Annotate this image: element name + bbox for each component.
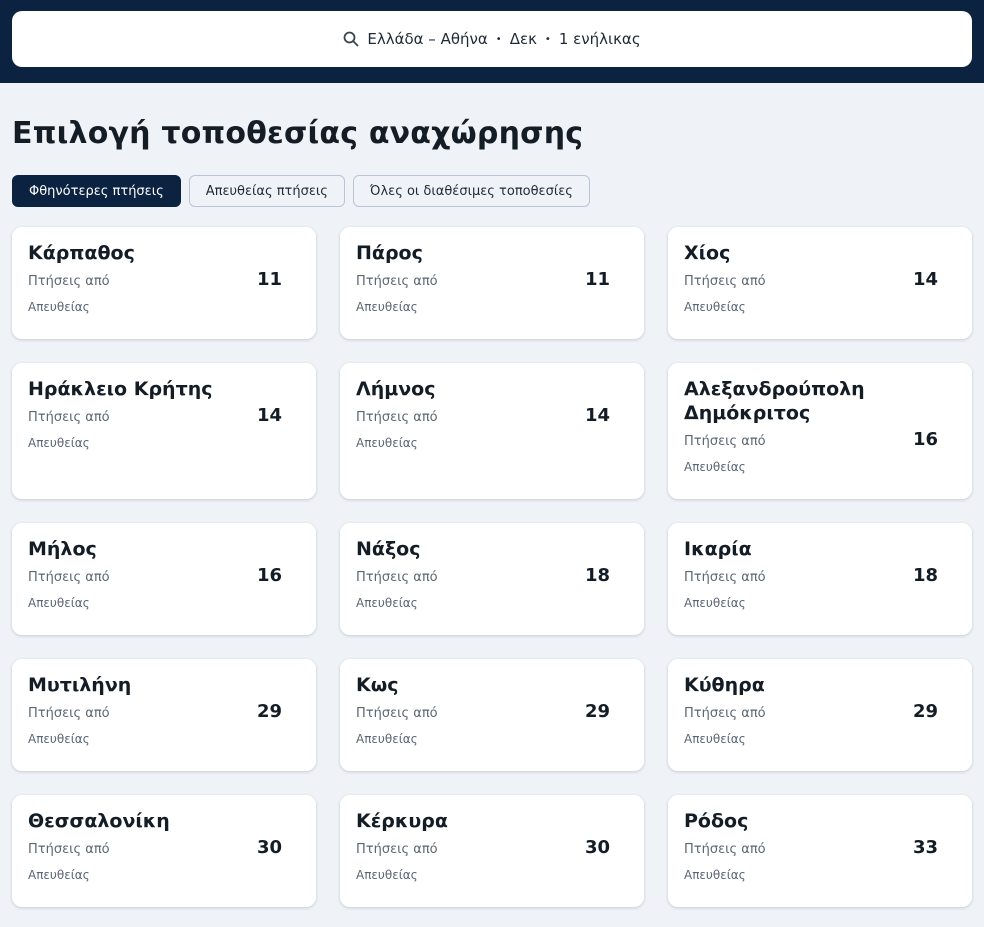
direct-label: Απευθείας (684, 868, 746, 882)
destination-name: Κάρπαθος (28, 242, 135, 264)
price: 16 (912, 429, 938, 450)
direct-label: Απευθείας (28, 868, 90, 882)
tab-cheapest-flights[interactable]: Φθηνότερες πτήσεις (12, 175, 181, 207)
flights-from-label: Πτήσεις από (684, 706, 766, 721)
direct-label: Απευθείας (356, 868, 418, 882)
destination-name: Ικαρία (684, 538, 752, 560)
destination-name: Λήμνος (356, 378, 436, 400)
direct-label: Απευθείας (684, 300, 746, 314)
direct-label: Απευθείας (356, 300, 418, 314)
separator-dot: • (544, 33, 551, 45)
flights-from-label: Πτήσεις από (684, 434, 766, 449)
destination-card[interactable]: Κέρκυρα Πτήσεις από Απευθείας 30 (340, 795, 644, 907)
flights-from-label: Πτήσεις από (356, 274, 438, 289)
destination-name: Μυτιλήνη (28, 674, 132, 696)
flights-from-label: Πτήσεις από (356, 570, 438, 585)
destination-card[interactable]: Χίος Πτήσεις από Απευθείας 14 (668, 227, 972, 339)
separator-dot: • (495, 33, 502, 45)
destination-card[interactable]: Ηράκλειο Κρήτης Πτήσεις από Απευθείας 14 (12, 363, 316, 499)
price: 30 (584, 837, 610, 858)
flights-from-label: Πτήσεις από (28, 274, 110, 289)
destination-card[interactable]: Κως Πτήσεις από Απευθείας 29 (340, 659, 644, 771)
flights-from-label: Πτήσεις από (28, 410, 110, 425)
destination-card[interactable]: Μυτιλήνη Πτήσεις από Απευθείας 29 (12, 659, 316, 771)
destination-name: Κύθηρα (684, 674, 765, 696)
destination-card[interactable]: Λήμνος Πτήσεις από Απευθείας 14 (340, 363, 644, 499)
destination-card[interactable]: Θεσσαλονίκη Πτήσεις από Απευθείας 30 (12, 795, 316, 907)
price: 33 (912, 837, 938, 858)
price: 16 (256, 565, 282, 586)
direct-label: Απευθείας (28, 596, 90, 610)
direct-label: Απευθείας (28, 436, 90, 450)
price: 14 (912, 269, 938, 290)
price: 29 (584, 701, 610, 722)
flights-from-label: Πτήσεις από (684, 274, 766, 289)
direct-label: Απευθείας (356, 436, 418, 450)
direct-label: Απευθείας (684, 732, 746, 746)
price: 30 (256, 837, 282, 858)
search-passengers: 1 ενήλικας (558, 30, 641, 48)
price: 18 (912, 565, 938, 586)
destination-card[interactable]: Κύθηρα Πτήσεις από Απευθείας 29 (668, 659, 972, 771)
flights-from-label: Πτήσεις από (684, 842, 766, 857)
flights-from-label: Πτήσεις από (684, 570, 766, 585)
direct-label: Απευθείας (28, 732, 90, 746)
price: 14 (584, 405, 610, 426)
direct-label: Απευθείας (356, 732, 418, 746)
direct-label: Απευθείας (684, 596, 746, 610)
price: 29 (912, 701, 938, 722)
destination-card[interactable]: Ικαρία Πτήσεις από Απευθείας 18 (668, 523, 972, 635)
direct-label: Απευθείας (28, 300, 90, 314)
price: 14 (256, 405, 282, 426)
filter-tabs: Φθηνότερες πτήσεις Απευθείας πτήσεις Όλε… (12, 175, 590, 207)
destination-card[interactable]: Ρόδος Πτήσεις από Απευθείας 33 (668, 795, 972, 907)
page-title: Επιλογή τοποθεσίας αναχώρησης (12, 116, 584, 151)
flights-from-label: Πτήσεις από (356, 706, 438, 721)
destination-card[interactable]: Πάρος Πτήσεις από Απευθείας 11 (340, 227, 644, 339)
destination-name: Νάξος (356, 538, 421, 560)
direct-label: Απευθείας (356, 596, 418, 610)
search-location: Ελλάδα – Αθήνα (367, 30, 488, 48)
destination-card[interactable]: Κάρπαθος Πτήσεις από Απευθείας 11 (12, 227, 316, 339)
price: 11 (584, 269, 610, 290)
destination-card[interactable]: Νάξος Πτήσεις από Απευθείας 18 (340, 523, 644, 635)
destination-name: Κως (356, 674, 399, 696)
destination-grid: Κάρπαθος Πτήσεις από Απευθείας 11 Πάρος … (12, 227, 972, 907)
destination-card[interactable]: Αλεξανδρούπολη Δημόκριτος Πτήσεις από Απ… (668, 363, 972, 499)
search-month: Δεκ (509, 30, 537, 48)
search-summary-bar[interactable]: Ελλάδα – Αθήνα • Δεκ • 1 ενήλικας (12, 11, 972, 67)
flights-from-label: Πτήσεις από (28, 842, 110, 857)
destination-name: Αλεξανδρούπολη Δημόκριτος (684, 378, 865, 424)
destination-name: Πάρος (356, 242, 423, 264)
flights-from-label: Πτήσεις από (356, 410, 438, 425)
flights-from-label: Πτήσεις από (356, 842, 438, 857)
direct-label: Απευθείας (684, 460, 746, 474)
destination-name: Κέρκυρα (356, 810, 448, 832)
destination-name: Θεσσαλονίκη (28, 810, 170, 832)
price: 29 (256, 701, 282, 722)
tab-direct-flights[interactable]: Απευθείας πτήσεις (188, 175, 345, 207)
price: 18 (584, 565, 610, 586)
destination-card[interactable]: Μήλος Πτήσεις από Απευθείας 16 (12, 523, 316, 635)
destination-name: Ηράκλειο Κρήτης (28, 378, 213, 400)
search-icon (343, 31, 359, 47)
tab-all-locations[interactable]: Όλες οι διαθέσιμες τοποθεσίες (352, 175, 590, 207)
price: 11 (256, 269, 282, 290)
destination-name: Ρόδος (684, 810, 749, 832)
flights-from-label: Πτήσεις από (28, 706, 110, 721)
top-header: Ελλάδα – Αθήνα • Δεκ • 1 ενήλικας (0, 0, 984, 83)
destination-name: Χίος (684, 242, 731, 264)
destination-name: Μήλος (28, 538, 97, 560)
flights-from-label: Πτήσεις από (28, 570, 110, 585)
